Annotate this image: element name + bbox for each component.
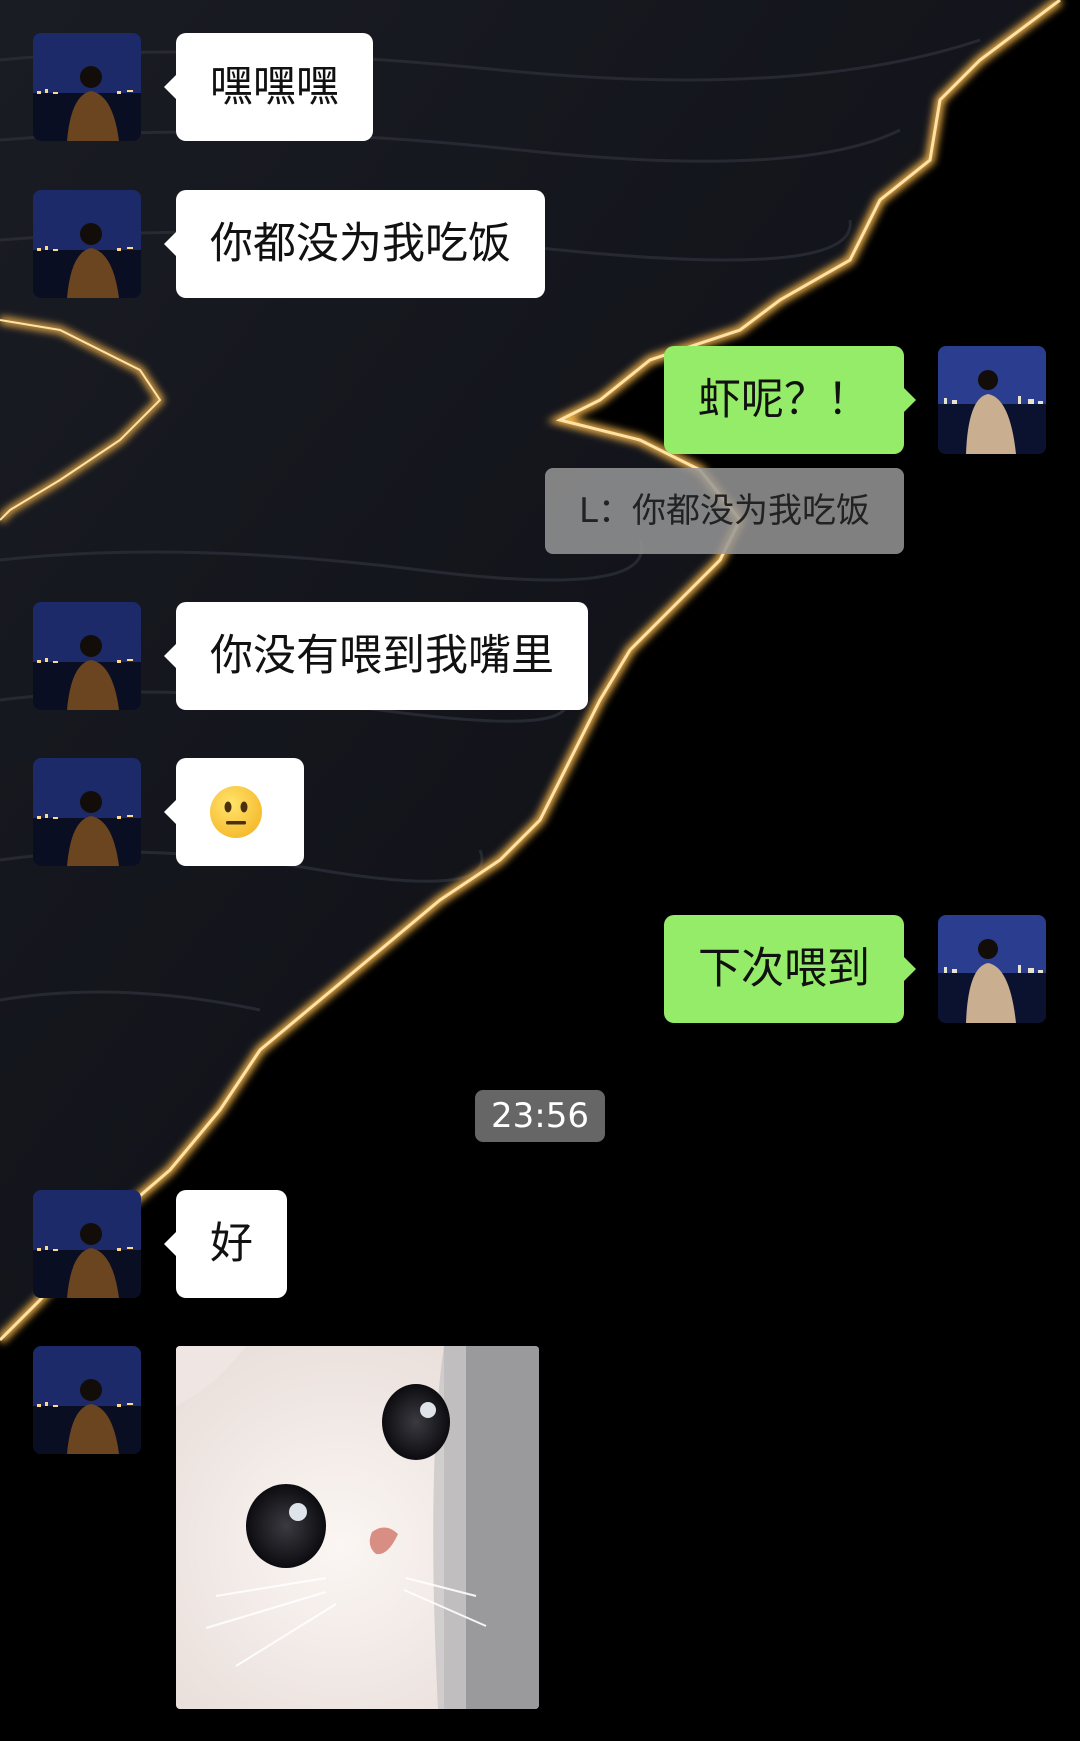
message-bubble[interactable]: 好 <box>164 1190 287 1298</box>
quoted-message[interactable]: L：你都没为我吃饭 <box>545 468 904 554</box>
my-avatar[interactable] <box>938 346 1046 454</box>
contact-avatar[interactable] <box>33 1190 141 1298</box>
contact-avatar[interactable] <box>33 602 141 710</box>
message-bubble[interactable]: 嘿嘿嘿 <box>164 33 373 141</box>
contact-avatar[interactable] <box>33 33 141 141</box>
contact-avatar[interactable] <box>33 1346 141 1454</box>
message-bubble[interactable]: 虾呢？！ <box>664 346 916 454</box>
timestamp: 23:56 <box>475 1090 605 1142</box>
contact-avatar[interactable] <box>33 190 141 298</box>
neutral-face-icon <box>210 786 262 838</box>
emoji-message-bubble[interactable] <box>164 758 304 866</box>
kitten-sticker[interactable] <box>176 1346 539 1709</box>
my-avatar[interactable] <box>938 915 1046 1023</box>
white-kitten-icon <box>176 1346 539 1709</box>
message-bubble[interactable]: 你没有喂到我嘴里 <box>164 602 588 710</box>
message-bubble[interactable]: 下次喂到 <box>664 915 916 1023</box>
contact-avatar[interactable] <box>33 758 141 866</box>
message-bubble[interactable]: 你都没为我吃饭 <box>164 190 545 298</box>
